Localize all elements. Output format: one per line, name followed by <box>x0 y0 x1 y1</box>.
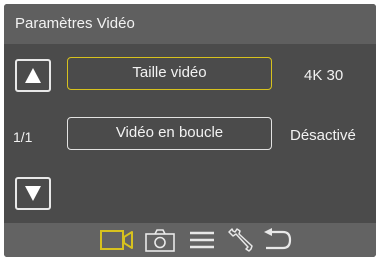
tab-back[interactable] <box>262 228 292 252</box>
scroll-down-button[interactable] <box>15 177 51 210</box>
option-label: Vidéo en boucle <box>115 124 224 141</box>
option-value: Désactivé <box>290 127 356 144</box>
page-title: Paramètres Vidéo <box>15 15 135 32</box>
bottom-tab-bar <box>4 223 376 257</box>
settings-screen: Paramètres Vidéo 1/1 Taille vidéo 4K 30 … <box>4 4 376 257</box>
option-label: Taille vidéo <box>132 64 207 81</box>
option-video-size[interactable]: Taille vidéo <box>67 57 272 90</box>
back-icon <box>264 228 292 250</box>
arrow-down-icon <box>25 186 41 201</box>
tab-setup[interactable] <box>226 228 254 252</box>
tab-menu[interactable] <box>188 228 216 252</box>
page-indicator: 1/1 <box>13 129 33 145</box>
arrow-up-icon <box>25 68 41 83</box>
camera-icon <box>145 229 175 252</box>
option-loop-recording[interactable]: Vidéo en boucle <box>67 117 272 150</box>
tab-photo[interactable] <box>145 228 175 252</box>
wrench-icon <box>228 228 253 252</box>
header-bar: Paramètres Vidéo <box>4 4 376 44</box>
scroll-up-button[interactable] <box>15 59 51 92</box>
tab-video[interactable] <box>100 228 134 252</box>
video-camera-icon <box>100 230 133 250</box>
menu-icon <box>190 231 214 249</box>
option-value: 4K 30 <box>304 67 344 84</box>
